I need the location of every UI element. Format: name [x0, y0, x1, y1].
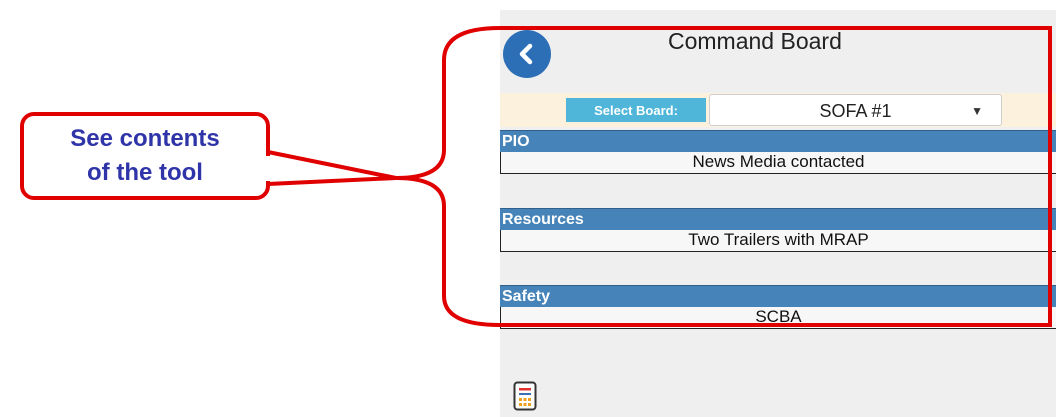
callout-line-1: See contents: [70, 125, 220, 152]
section-safety: Safety SCBA: [500, 285, 1056, 329]
select-board-label: Select Board:: [566, 98, 706, 122]
section-header: PIO: [500, 130, 1056, 152]
callout-pointer: [266, 150, 398, 186]
screen: See contents of the tool Command Board S…: [0, 0, 1056, 417]
section-content[interactable]: Two Trailers with MRAP: [500, 230, 1056, 252]
back-button[interactable]: [503, 30, 551, 78]
calculator-icon[interactable]: [513, 381, 537, 411]
board-select-dropdown[interactable]: SOFA #1 ▼: [709, 94, 1002, 126]
section-content[interactable]: SCBA: [500, 307, 1056, 329]
annotation-callout: See contents of the tool: [20, 112, 270, 200]
page-title: Command Board: [668, 28, 842, 54]
chevron-down-icon: ▼: [971, 104, 983, 118]
chevron-left-icon: [519, 43, 533, 65]
callout-line-2: of the tool: [87, 159, 203, 186]
section-header: Safety: [500, 285, 1056, 307]
section-content[interactable]: News Media contacted: [500, 152, 1056, 174]
section-header: Resources: [500, 208, 1056, 230]
section-resources: Resources Two Trailers with MRAP: [500, 208, 1056, 252]
section-pio: PIO News Media contacted: [500, 130, 1056, 174]
board-select-value: SOFA #1: [819, 101, 892, 121]
curly-brace: [394, 26, 501, 327]
